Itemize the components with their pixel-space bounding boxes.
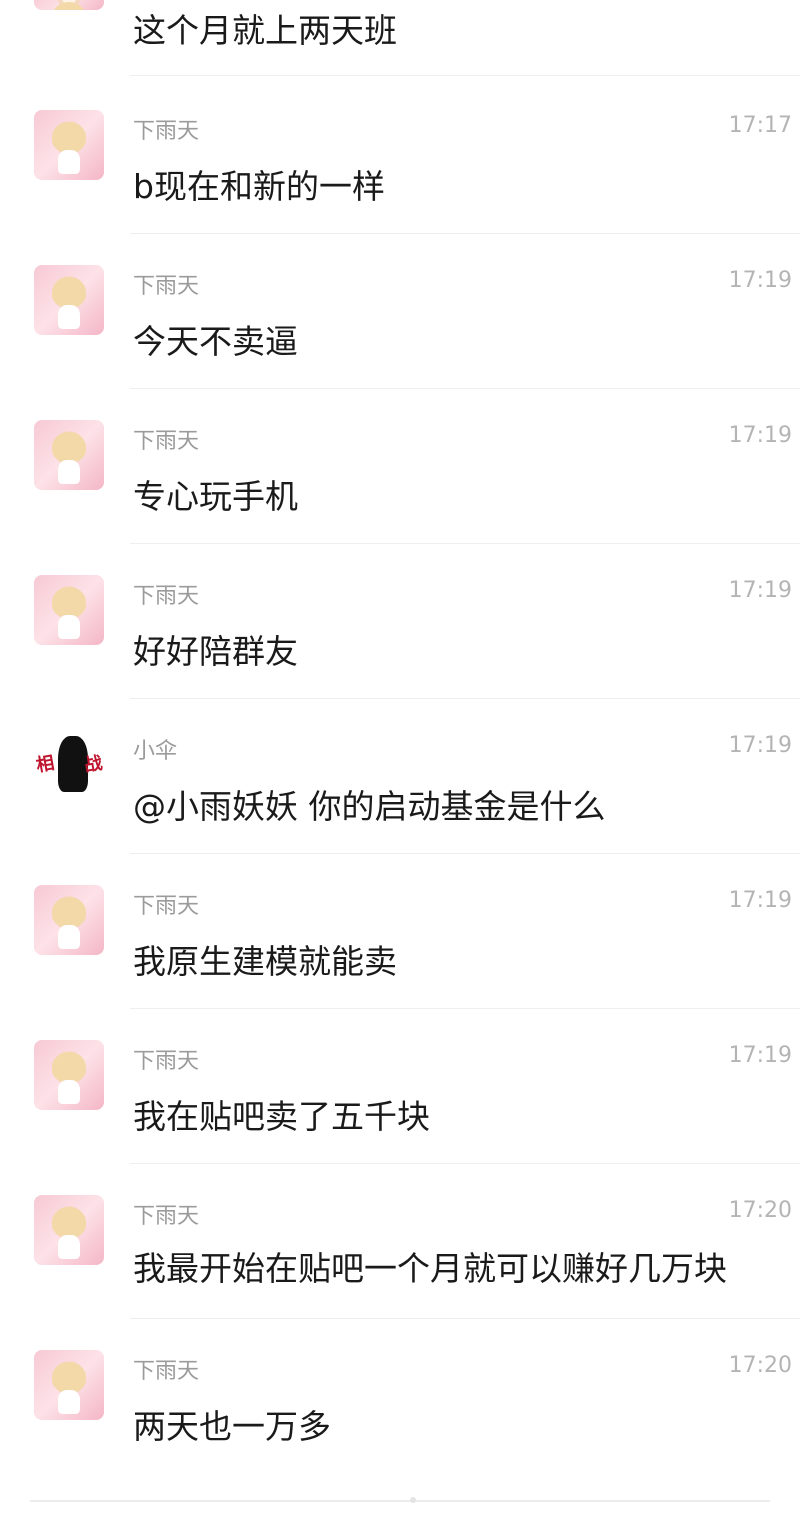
message-time: 17:19 (728, 733, 792, 758)
message-time: 17:20 (728, 1353, 792, 1378)
sender-name: 下雨天 (133, 1359, 200, 1384)
divider (130, 853, 800, 854)
message-item[interactable]: 下雨天 17:19 专心玩手机 (0, 417, 800, 572)
divider (130, 543, 800, 544)
divider (130, 75, 800, 76)
message-item[interactable]: 下雨天 17:19 我在贴吧卖了五千块 (0, 1037, 800, 1192)
avatar[interactable] (34, 0, 104, 10)
avatar[interactable] (34, 420, 104, 490)
message-text: 我最开始在贴吧一个月就可以赚好几万块 (133, 1249, 727, 1288)
message-time: 17:20 (728, 1198, 792, 1223)
message-text: 两天也一万多 (133, 1407, 331, 1446)
message-item[interactable]: 下雨天 17:19 好好陪群友 (0, 572, 800, 727)
divider (130, 233, 800, 234)
message-time: 17:17 (728, 113, 792, 138)
message-item[interactable]: 下雨天 17:19 今天不卖逼 (0, 262, 800, 417)
scroll-indicator-dot (410, 1497, 416, 1503)
message-text: 这个月就上两天班 (133, 11, 397, 50)
avatar[interactable]: 相 战 (34, 730, 104, 800)
message-text: @小雨妖妖 你的启动基金是什么 (133, 787, 606, 826)
message-time: 17:19 (728, 1043, 792, 1068)
avatar[interactable] (34, 1350, 104, 1420)
sender-name: 下雨天 (133, 1049, 200, 1074)
divider (130, 388, 800, 389)
message-time: 17:19 (728, 268, 792, 293)
avatar-calligraphy: 战 (82, 752, 104, 777)
message-time: 17:19 (728, 888, 792, 913)
sender-name: 下雨天 (133, 1204, 200, 1229)
chat-message-list: 这个月就上两天班 下雨天 17:17 b现在和新的一样 下雨天 17:19 今天… (0, 0, 800, 1535)
avatar[interactable] (34, 575, 104, 645)
sender-name: 下雨天 (133, 274, 200, 299)
message-time: 17:19 (728, 578, 792, 603)
message-text: b现在和新的一样 (133, 167, 385, 206)
avatar-calligraphy: 相 (34, 752, 56, 777)
divider (130, 1318, 800, 1319)
sender-name: 下雨天 (133, 429, 200, 454)
divider (130, 1008, 800, 1009)
message-text: 好好陪群友 (133, 632, 298, 671)
sender-name: 下雨天 (133, 894, 200, 919)
message-text: 我原生建模就能卖 (133, 942, 397, 981)
message-item[interactable]: 下雨天 17:20 我最开始在贴吧一个月就可以赚好几万块 (0, 1192, 800, 1347)
message-item[interactable]: 下雨天 17:20 两天也一万多 (0, 1347, 800, 1502)
message-text: 专心玩手机 (133, 477, 298, 516)
message-time: 17:19 (728, 423, 792, 448)
message-text: 我在贴吧卖了五千块 (133, 1097, 430, 1136)
avatar[interactable] (34, 265, 104, 335)
sender-name: 下雨天 (133, 584, 200, 609)
avatar[interactable] (34, 885, 104, 955)
avatar[interactable] (34, 1195, 104, 1265)
bottom-separator (30, 1500, 770, 1502)
sender-name: 小伞 (133, 739, 178, 764)
avatar[interactable] (34, 1040, 104, 1110)
divider (130, 698, 800, 699)
message-text: 今天不卖逼 (133, 322, 298, 361)
sender-name: 下雨天 (133, 119, 200, 144)
divider (130, 1163, 800, 1164)
message-item[interactable]: 下雨天 17:17 b现在和新的一样 (0, 107, 800, 262)
message-item[interactable]: 这个月就上两天班 (0, 0, 800, 77)
message-item[interactable]: 相 战 小伞 17:19 @小雨妖妖 你的启动基金是什么 (0, 727, 800, 882)
message-item[interactable]: 下雨天 17:19 我原生建模就能卖 (0, 882, 800, 1037)
avatar[interactable] (34, 110, 104, 180)
